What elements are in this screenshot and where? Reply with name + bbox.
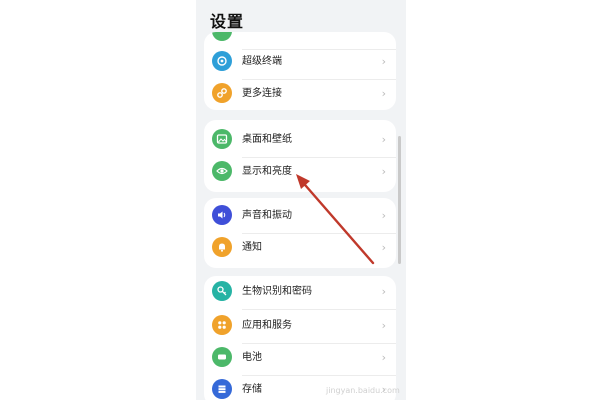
- annotation-arrow: [297, 176, 375, 265]
- annotation-overlay: [296, 174, 375, 265]
- watermark: jingyan.baidu.com: [326, 386, 400, 395]
